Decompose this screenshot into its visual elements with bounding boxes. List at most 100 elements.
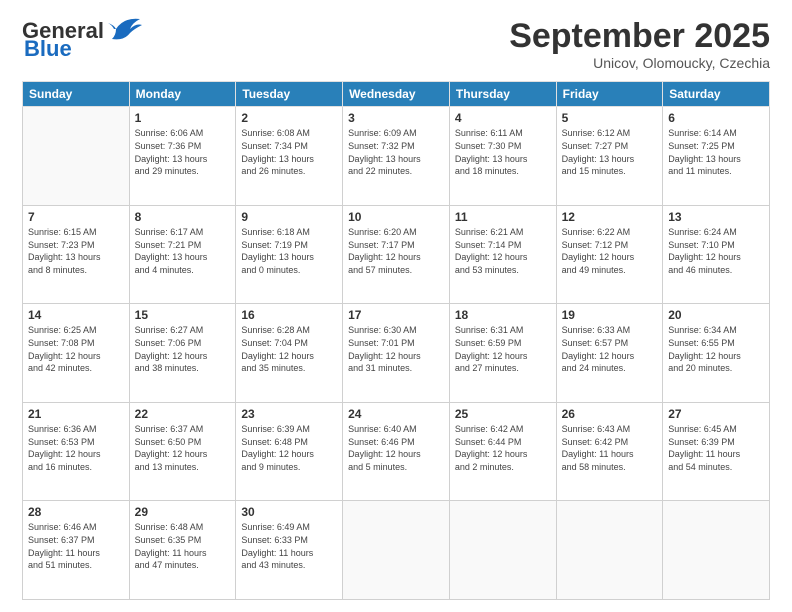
day-info: Sunrise: 6:17 AM Sunset: 7:21 PM Dayligh… — [135, 226, 231, 276]
day-number: 16 — [241, 308, 337, 322]
day-number: 12 — [562, 210, 658, 224]
table-row: 25 Sunrise: 6:42 AM Sunset: 6:44 PM Dayli… — [449, 402, 556, 501]
table-row: 14Sunrise: 6:25 AM Sunset: 7:08 PM Dayli… — [23, 304, 130, 403]
table-row — [23, 107, 130, 206]
day-info: Sunrise: 6:42 AM Sunset: 6:44 PM Dayligh… — [455, 423, 551, 473]
day-info: Sunrise: 6:12 AM Sunset: 7:27 PM Dayligh… — [562, 127, 658, 177]
day-number: 7 — [28, 210, 124, 224]
day-number: 4 — [455, 111, 551, 125]
table-row: 11 Sunrise: 6:21 AM Sunset: 7:14 PM Dayli… — [449, 205, 556, 304]
table-row: 9 Sunrise: 6:18 AM Sunset: 7:19 PM Daylig… — [236, 205, 343, 304]
table-row: 17Sunrise: 6:30 AM Sunset: 7:01 PM Dayli… — [343, 304, 450, 403]
table-row — [556, 501, 663, 600]
day-number: 23 — [241, 407, 337, 421]
day-info: Sunrise: 6:08 AM Sunset: 7:34 PM Dayligh… — [241, 127, 337, 177]
day-info: Sunrise: 6:36 AM Sunset: 6:53 PM Dayligh… — [28, 423, 124, 473]
col-saturday: Saturday — [663, 82, 770, 107]
table-row: 24 Sunrise: 6:40 AM Sunset: 6:46 PM Dayli… — [343, 402, 450, 501]
table-row: 6 Sunrise: 6:14 AM Sunset: 7:25 PM Daylig… — [663, 107, 770, 206]
calendar-week-row: 1 Sunrise: 6:06 AM Sunset: 7:36 PM Daylig… — [23, 107, 770, 206]
day-info: Sunrise: 6:34 AM Sunset: 6:55 PM Dayligh… — [668, 324, 764, 374]
day-info: Sunrise: 6:27 AM Sunset: 7:06 PM Dayligh… — [135, 324, 231, 374]
day-number: 8 — [135, 210, 231, 224]
day-number: 1 — [135, 111, 231, 125]
day-info: Sunrise: 6:37 AM Sunset: 6:50 PM Dayligh… — [135, 423, 231, 473]
day-number: 3 — [348, 111, 444, 125]
day-number: 2 — [241, 111, 337, 125]
day-number: 17 — [348, 308, 444, 322]
day-info: Sunrise: 6:33 AM Sunset: 6:57 PM Dayligh… — [562, 324, 658, 374]
day-info: Sunrise: 6:40 AM Sunset: 6:46 PM Dayligh… — [348, 423, 444, 473]
day-info: Sunrise: 6:15 AM Sunset: 7:23 PM Dayligh… — [28, 226, 124, 276]
col-wednesday: Wednesday — [343, 82, 450, 107]
table-row: 12 Sunrise: 6:22 AM Sunset: 7:12 PM Dayli… — [556, 205, 663, 304]
day-number: 15 — [135, 308, 231, 322]
title-section: September 2025 Unicov, Olomoucky, Czechi… — [509, 18, 770, 71]
table-row: 4Sunrise: 6:11 AM Sunset: 7:30 PM Daylig… — [449, 107, 556, 206]
header: General Blue September 2025 Unicov, Olom… — [22, 18, 770, 71]
calendar-table: Sunday Monday Tuesday Wednesday Thursday… — [22, 81, 770, 600]
table-row: 2 Sunrise: 6:08 AM Sunset: 7:34 PM Daylig… — [236, 107, 343, 206]
calendar-week-row: 7 Sunrise: 6:15 AM Sunset: 7:23 PM Daylig… — [23, 205, 770, 304]
table-row: 1 Sunrise: 6:06 AM Sunset: 7:36 PM Daylig… — [129, 107, 236, 206]
day-number: 22 — [135, 407, 231, 421]
day-number: 29 — [135, 505, 231, 519]
col-monday: Monday — [129, 82, 236, 107]
table-row: 29Sunrise: 6:48 AM Sunset: 6:35 PM Dayli… — [129, 501, 236, 600]
table-row: 20Sunrise: 6:34 AM Sunset: 6:55 PM Dayli… — [663, 304, 770, 403]
day-number: 5 — [562, 111, 658, 125]
day-info: Sunrise: 6:14 AM Sunset: 7:25 PM Dayligh… — [668, 127, 764, 177]
day-info: Sunrise: 6:20 AM Sunset: 7:17 PM Dayligh… — [348, 226, 444, 276]
day-info: Sunrise: 6:43 AM Sunset: 6:42 PM Dayligh… — [562, 423, 658, 473]
day-number: 25 — [455, 407, 551, 421]
day-number: 11 — [455, 210, 551, 224]
page: General Blue September 2025 Unicov, Olom… — [0, 0, 792, 612]
day-info: Sunrise: 6:45 AM Sunset: 6:39 PM Dayligh… — [668, 423, 764, 473]
table-row — [663, 501, 770, 600]
table-row: 15 Sunrise: 6:27 AM Sunset: 7:06 PM Dayli… — [129, 304, 236, 403]
location-subtitle: Unicov, Olomoucky, Czechia — [509, 55, 770, 71]
day-number: 13 — [668, 210, 764, 224]
day-number: 19 — [562, 308, 658, 322]
calendar-week-row: 14Sunrise: 6:25 AM Sunset: 7:08 PM Dayli… — [23, 304, 770, 403]
calendar-week-row: 21 Sunrise: 6:36 AM Sunset: 6:53 PM Dayli… — [23, 402, 770, 501]
col-friday: Friday — [556, 82, 663, 107]
day-info: Sunrise: 6:25 AM Sunset: 7:08 PM Dayligh… — [28, 324, 124, 374]
day-number: 21 — [28, 407, 124, 421]
day-info: Sunrise: 6:18 AM Sunset: 7:19 PM Dayligh… — [241, 226, 337, 276]
col-tuesday: Tuesday — [236, 82, 343, 107]
day-info: Sunrise: 6:39 AM Sunset: 6:48 PM Dayligh… — [241, 423, 337, 473]
day-number: 28 — [28, 505, 124, 519]
day-info: Sunrise: 6:24 AM Sunset: 7:10 PM Dayligh… — [668, 226, 764, 276]
day-number: 30 — [241, 505, 337, 519]
month-title: September 2025 — [509, 18, 770, 55]
day-info: Sunrise: 6:46 AM Sunset: 6:37 PM Dayligh… — [28, 521, 124, 571]
day-number: 6 — [668, 111, 764, 125]
day-number: 27 — [668, 407, 764, 421]
day-info: Sunrise: 6:28 AM Sunset: 7:04 PM Dayligh… — [241, 324, 337, 374]
table-row: 30 Sunrise: 6:49 AM Sunset: 6:33 PM Dayli… — [236, 501, 343, 600]
logo: General Blue — [22, 18, 142, 62]
day-number: 24 — [348, 407, 444, 421]
day-info: Sunrise: 6:06 AM Sunset: 7:36 PM Dayligh… — [135, 127, 231, 177]
day-info: Sunrise: 6:22 AM Sunset: 7:12 PM Dayligh… — [562, 226, 658, 276]
day-number: 26 — [562, 407, 658, 421]
col-sunday: Sunday — [23, 82, 130, 107]
table-row: 23 Sunrise: 6:39 AM Sunset: 6:48 PM Dayli… — [236, 402, 343, 501]
table-row: 3 Sunrise: 6:09 AM Sunset: 7:32 PM Daylig… — [343, 107, 450, 206]
day-info: Sunrise: 6:31 AM Sunset: 6:59 PM Dayligh… — [455, 324, 551, 374]
day-info: Sunrise: 6:49 AM Sunset: 6:33 PM Dayligh… — [241, 521, 337, 571]
table-row: 7 Sunrise: 6:15 AM Sunset: 7:23 PM Daylig… — [23, 205, 130, 304]
day-info: Sunrise: 6:09 AM Sunset: 7:32 PM Dayligh… — [348, 127, 444, 177]
table-row: 10 Sunrise: 6:20 AM Sunset: 7:17 PM Dayli… — [343, 205, 450, 304]
day-number: 9 — [241, 210, 337, 224]
day-number: 10 — [348, 210, 444, 224]
table-row: 18 Sunrise: 6:31 AM Sunset: 6:59 PM Dayli… — [449, 304, 556, 403]
table-row: 28 Sunrise: 6:46 AM Sunset: 6:37 PM Dayli… — [23, 501, 130, 600]
logo-bird-icon — [106, 15, 142, 43]
day-number: 18 — [455, 308, 551, 322]
day-info: Sunrise: 6:21 AM Sunset: 7:14 PM Dayligh… — [455, 226, 551, 276]
table-row: 5 Sunrise: 6:12 AM Sunset: 7:27 PM Daylig… — [556, 107, 663, 206]
calendar-header-row: Sunday Monday Tuesday Wednesday Thursday… — [23, 82, 770, 107]
table-row: 27 Sunrise: 6:45 AM Sunset: 6:39 PM Dayli… — [663, 402, 770, 501]
